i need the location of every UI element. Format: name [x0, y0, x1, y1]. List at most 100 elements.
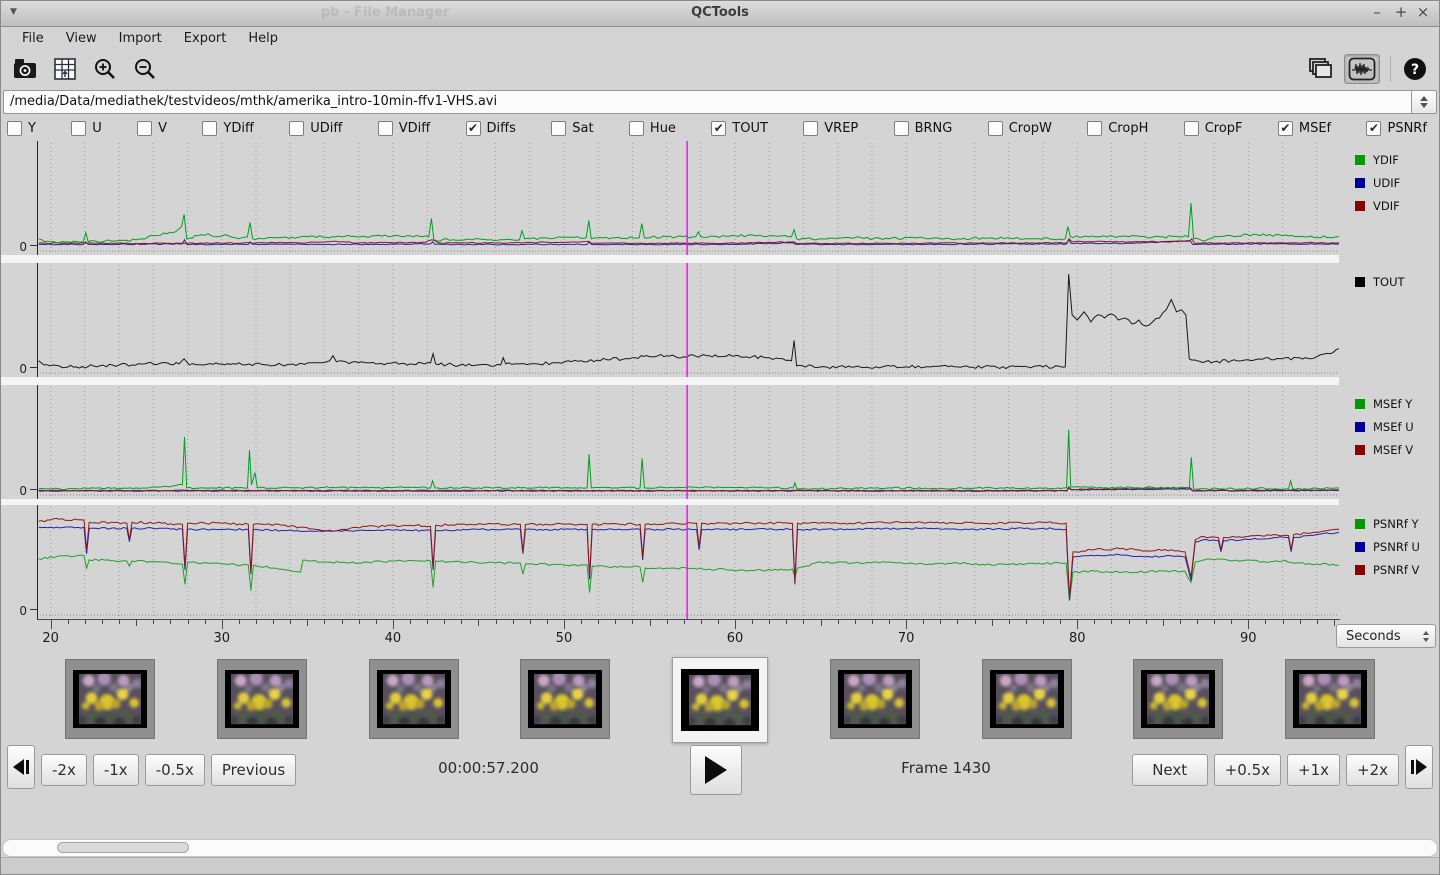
- checkbox-icon[interactable]: [894, 121, 909, 136]
- unit-selector[interactable]: Seconds: [1336, 624, 1436, 648]
- checkbox-checked-icon[interactable]: ✔: [711, 121, 726, 136]
- menu-item-view[interactable]: View: [55, 30, 108, 47]
- checkbox-icon[interactable]: [1184, 121, 1199, 136]
- legend-tout: TOUT: [1339, 263, 1439, 377]
- legend-swatch: [1355, 422, 1365, 432]
- video-frame-image: [990, 670, 1064, 728]
- x-axis-tick: [992, 620, 993, 626]
- checkbox-icon[interactable]: [137, 121, 152, 136]
- plot-tout[interactable]: [37, 263, 1339, 377]
- filmstrip-thumbnail[interactable]: [982, 659, 1072, 739]
- svg-text:?: ?: [1411, 62, 1419, 78]
- charts-area: 0YDIFUDIFVDIF0TOUT0MSEf YMSEf UMSEf V0PS…: [1, 141, 1439, 659]
- speed-minus-2x-button[interactable]: -2x: [41, 754, 87, 786]
- checkbox-icon[interactable]: [988, 121, 1003, 136]
- play-button[interactable]: [690, 745, 742, 795]
- menu-item-help[interactable]: Help: [237, 30, 289, 47]
- filter-checkbox-diffs[interactable]: ✔Diffs: [466, 121, 516, 136]
- filmstrip-thumbnail[interactable]: [1133, 659, 1223, 739]
- close-button[interactable]: ×: [1413, 3, 1433, 21]
- filter-checkbox-psnrf[interactable]: ✔PSNRf: [1366, 121, 1426, 136]
- jump-start-button[interactable]: [7, 745, 35, 789]
- checkbox-icon[interactable]: [7, 121, 22, 136]
- filter-checkbox-hue[interactable]: Hue: [629, 121, 676, 136]
- screenshot-button[interactable]: [11, 55, 39, 83]
- y-axis-tout: 0: [1, 263, 37, 377]
- file-selector-spinner[interactable]: [1411, 90, 1437, 114]
- checkbox-icon[interactable]: [1087, 121, 1102, 136]
- filter-checkbox-cropf[interactable]: CropF: [1184, 121, 1243, 136]
- filmstrip-thumbnail-selected[interactable]: [672, 657, 768, 743]
- filter-checkbox-brng[interactable]: BRNG: [894, 121, 953, 136]
- filter-checkbox-u[interactable]: U: [71, 121, 102, 136]
- checkbox-icon[interactable]: [71, 121, 86, 136]
- maximize-button[interactable]: +: [1391, 3, 1411, 21]
- checkbox-checked-icon[interactable]: ✔: [1366, 121, 1381, 136]
- checkbox-checked-icon[interactable]: ✔: [1278, 121, 1293, 136]
- y-axis-msef: 0: [1, 385, 37, 499]
- filter-label: UDiff: [310, 121, 342, 136]
- filmstrip-thumbnail[interactable]: [1285, 659, 1375, 739]
- filter-checkbox-sat[interactable]: Sat: [551, 121, 593, 136]
- jump-end-button[interactable]: [1405, 745, 1433, 789]
- file-path-input[interactable]: /media/Data/mediathek/testvideos/mthk/am…: [3, 90, 1411, 114]
- speed-plus-05x-button[interactable]: +0.5x: [1214, 754, 1281, 786]
- filmstrip-thumbnail[interactable]: [830, 659, 920, 739]
- zoom-in-button[interactable]: [91, 55, 119, 83]
- checkbox-icon[interactable]: [803, 121, 818, 136]
- thumbnails-toggle-button[interactable]: [1306, 55, 1334, 83]
- filmstrip-thumbnail[interactable]: [217, 659, 307, 739]
- checkbox-icon[interactable]: [202, 121, 217, 136]
- filter-checkbox-croph[interactable]: CropH: [1087, 121, 1148, 136]
- filter-checkbox-msef[interactable]: ✔MSEf: [1278, 121, 1331, 136]
- filter-checkbox-tout[interactable]: ✔TOUT: [711, 121, 768, 136]
- spin-down-icon: [1420, 103, 1428, 108]
- speed-plus-2x-button[interactable]: +2x: [1346, 754, 1399, 786]
- filmstrip-thumbnail[interactable]: [520, 659, 610, 739]
- filter-checkbox-udiff[interactable]: UDiff: [289, 121, 342, 136]
- legend-swatch: [1355, 542, 1365, 552]
- x-axis-tick: [1009, 620, 1010, 624]
- speed-minus-1x-button[interactable]: -1x: [93, 754, 139, 786]
- plot-diffs[interactable]: [37, 141, 1339, 255]
- plot-psnrf[interactable]: [37, 505, 1339, 619]
- filter-checkbox-cropw[interactable]: CropW: [988, 121, 1052, 136]
- menu-item-file[interactable]: File: [11, 30, 55, 47]
- x-axis-label: 90: [1240, 631, 1257, 646]
- checkbox-icon[interactable]: [289, 121, 304, 136]
- filter-checkbox-vdiff[interactable]: VDiff: [378, 121, 430, 136]
- scrollbar-thumb[interactable]: [57, 842, 189, 853]
- minimize-button[interactable]: –: [1367, 3, 1387, 21]
- menu-item-export[interactable]: Export: [173, 30, 238, 47]
- checkbox-icon[interactable]: [551, 121, 566, 136]
- filter-checkbox-ydiff[interactable]: YDiff: [202, 121, 254, 136]
- horizontal-scrollbar[interactable]: [2, 839, 1438, 857]
- legend-label: PSNRf Y: [1373, 517, 1419, 531]
- chart-panel-msef: 0MSEf YMSEf UMSEf V: [1, 385, 1439, 499]
- speed-plus-1x-button[interactable]: +1x: [1287, 754, 1340, 786]
- filter-checkbox-y[interactable]: Y: [7, 121, 36, 136]
- next-frame-icon: [1411, 759, 1427, 775]
- filmstrip-thumbnail[interactable]: [65, 659, 155, 739]
- legend-swatch: [1355, 201, 1365, 211]
- menu-item-import[interactable]: Import: [108, 30, 173, 47]
- chart-panel-tout: 0 TOUT: [1, 263, 1439, 377]
- zoom-out-button[interactable]: [131, 55, 159, 83]
- table-view-button[interactable]: [51, 55, 79, 83]
- previous-frame-button[interactable]: Previous: [211, 754, 296, 786]
- help-button[interactable]: ?: [1401, 55, 1429, 83]
- speed-minus-05x-button[interactable]: -0.5x: [145, 754, 205, 786]
- camera-icon: [12, 56, 38, 82]
- next-frame-button[interactable]: Next: [1132, 754, 1208, 786]
- checkbox-icon[interactable]: [629, 121, 644, 136]
- filter-checkbox-v[interactable]: V: [137, 121, 167, 136]
- filmstrip-thumbnail[interactable]: [369, 659, 459, 739]
- checkbox-icon[interactable]: [378, 121, 393, 136]
- filter-checkbox-vrep[interactable]: VREP: [803, 121, 858, 136]
- graphs-toggle-button[interactable]: [1344, 54, 1380, 84]
- x-axis-tick: [513, 620, 514, 624]
- x-axis-tick: [461, 620, 462, 624]
- filter-label: Hue: [650, 121, 676, 136]
- plot-msef[interactable]: [37, 385, 1339, 499]
- checkbox-checked-icon[interactable]: ✔: [466, 121, 481, 136]
